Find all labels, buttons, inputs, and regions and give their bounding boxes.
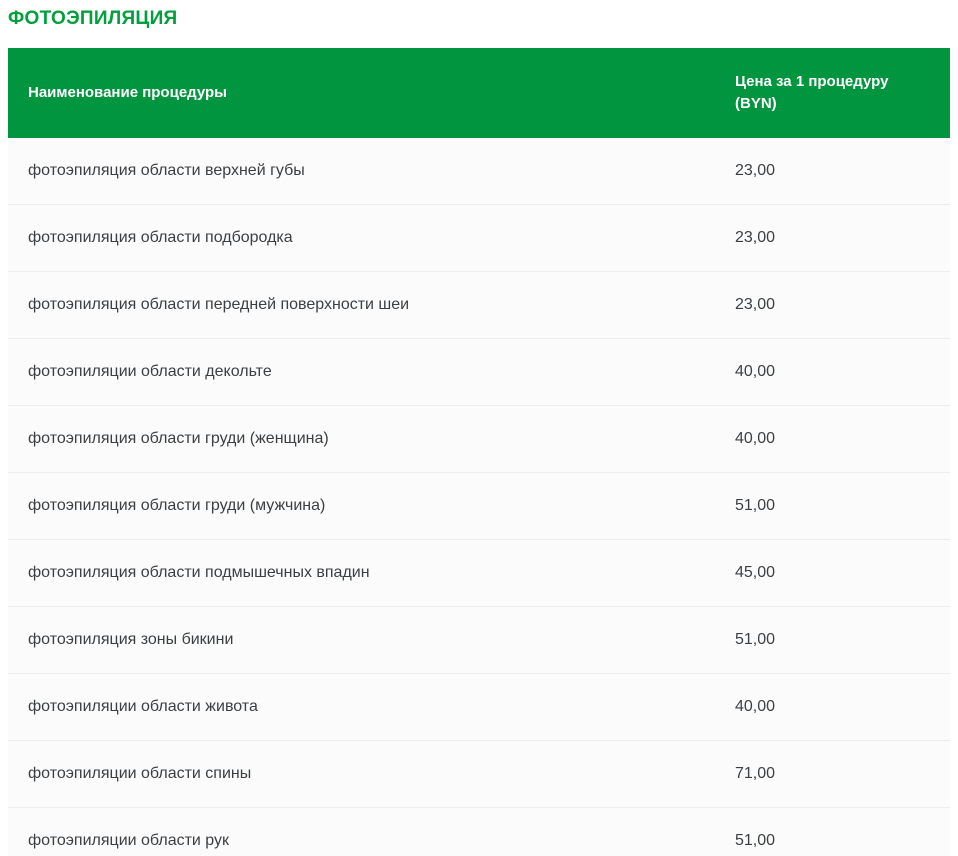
table-row: фотоэпиляции области живота 40,00 [8, 674, 950, 741]
procedure-price-cell: 51,00 [710, 497, 950, 515]
procedure-name-cell: фотоэпиляция области подмышечных впадин [8, 564, 710, 582]
procedure-name-cell: фотоэпиляция области подбородка [8, 229, 710, 247]
table-row: фотоэпиляции области спины 71,00 [8, 741, 950, 808]
procedure-price-cell: 45,00 [710, 564, 950, 582]
page-title: ФОТОЭПИЛЯЦИЯ [8, 6, 950, 32]
procedure-price-cell: 40,00 [710, 430, 950, 448]
table-row: фотоэпиляция области груди (мужчина) 51,… [8, 473, 950, 540]
procedure-price-cell: 51,00 [710, 832, 950, 850]
page-viewport: ФОТОЭПИЛЯЦИЯ Наименование процедуры Цена… [0, 0, 958, 856]
table-row: фотоэпиляция области передней поверхност… [8, 272, 950, 339]
table-row: фотоэпиляция области подмышечных впадин … [8, 540, 950, 607]
procedure-name-cell: фотоэпиляция области груди (женщина) [8, 430, 710, 448]
table-row: фотоэпиляция области груди (женщина) 40,… [8, 406, 950, 473]
procedure-name-cell: фотоэпиляция зоны бикини [8, 631, 710, 649]
table-row: фотоэпиляция зоны бикини 51,00 [8, 607, 950, 674]
procedure-price-cell: 40,00 [710, 698, 950, 716]
procedure-price-cell: 71,00 [710, 765, 950, 783]
price-list-page: ФОТОЭПИЛЯЦИЯ Наименование процедуры Цена… [0, 0, 958, 856]
table-row: фотоэпиляция области верхней губы 23,00 [8, 138, 950, 205]
price-table: Наименование процедуры Цена за 1 процеду… [8, 48, 950, 856]
table-body: фотоэпиляция области верхней губы 23,00 … [8, 138, 950, 856]
procedure-price-cell: 23,00 [710, 229, 950, 247]
procedure-name-cell: фотоэпиляция области передней поверхност… [8, 296, 710, 314]
procedure-name-cell: фотоэпиляции области живота [8, 698, 710, 716]
procedure-name-cell: фотоэпиляции области рук [8, 832, 710, 850]
column-header-price-label: Цена за 1 процедуру (BYN) [735, 71, 910, 115]
procedure-name-cell: фотоэпиляция области груди (мужчина) [8, 497, 710, 515]
table-header-row: Наименование процедуры Цена за 1 процеду… [8, 48, 950, 138]
procedure-name-cell: фотоэпиляции области декольте [8, 363, 710, 381]
procedure-name-cell: фотоэпиляция области верхней губы [8, 162, 710, 180]
table-row: фотоэпиляции области декольте 40,00 [8, 339, 950, 406]
table-row: фотоэпиляция области подбородка 23,00 [8, 205, 950, 272]
procedure-price-cell: 51,00 [710, 631, 950, 649]
column-header-price: Цена за 1 процедуру (BYN) [710, 71, 950, 115]
procedure-price-cell: 40,00 [710, 363, 950, 381]
column-header-procedure-name: Наименование процедуры [8, 82, 710, 104]
procedure-price-cell: 23,00 [710, 162, 950, 180]
procedure-price-cell: 23,00 [710, 296, 950, 314]
table-row: фотоэпиляции области рук 51,00 [8, 808, 950, 856]
procedure-name-cell: фотоэпиляции области спины [8, 765, 710, 783]
